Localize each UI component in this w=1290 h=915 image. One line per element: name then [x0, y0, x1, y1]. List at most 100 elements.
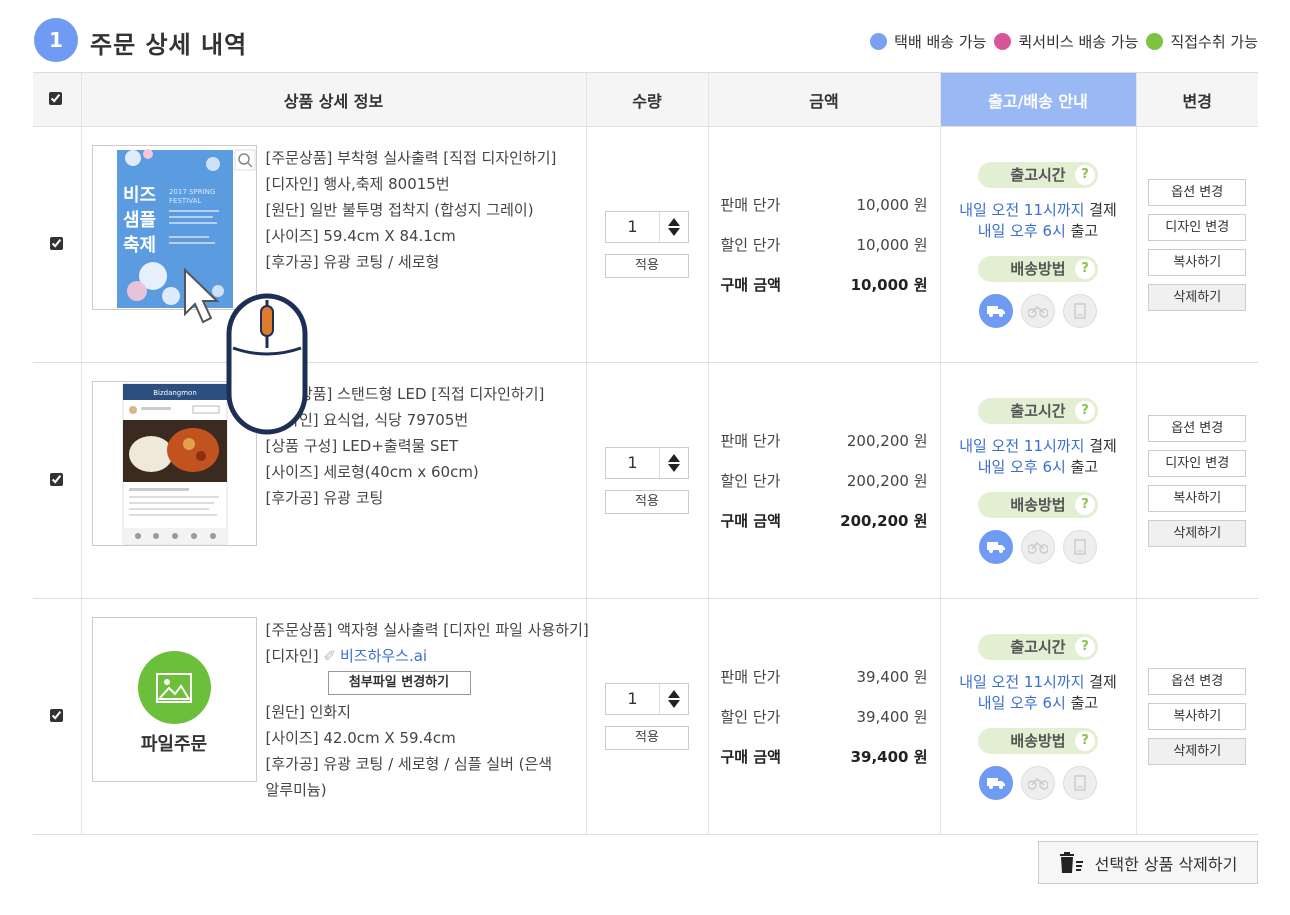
help-icon[interactable]: ? [1075, 636, 1095, 657]
copy-button[interactable]: 복사하기 [1148, 248, 1247, 276]
item-checkbox[interactable] [50, 236, 64, 250]
total-price-value: 200,200 원 [840, 511, 928, 530]
legend-pickup: 직접수취 가능 [1146, 31, 1258, 52]
table-row: 비즈 샘플 축제 2017 SPRING FESTIVAL [주문상품] 부착형… [33, 126, 1258, 363]
arrow-up-icon[interactable] [668, 454, 680, 462]
ship-method-icons [975, 529, 1101, 564]
quick-dot-icon [994, 33, 1012, 50]
item-price-cell: 판매 단가 10,000 원 할인 단가 10,000 원 구매 금액 10,000 … [707, 126, 940, 363]
motorcycle-icon [1021, 529, 1055, 564]
option-change-button[interactable]: 옵션 변경 [1148, 178, 1247, 206]
arrow-down-icon[interactable] [668, 700, 680, 708]
table-row: Bizdangmon [주문상품] 스탠드형 LED [직접 디자인하기] [디… [33, 362, 1258, 599]
option-line: [사이즈] 42.0cm X 59.4cm [265, 729, 456, 747]
pay-suffix: 결제 [1084, 200, 1117, 219]
option-line: [주문상품] 액자형 실사출력 [디자인 파일 사용하기] [265, 621, 589, 639]
legend-label: 택배 배송 가능 [894, 33, 987, 51]
app-name-text: Bizdangmon [153, 389, 197, 397]
design-change-button[interactable]: 디자인 변경 [1148, 213, 1247, 241]
ship-method-label: 배송방법 [1010, 732, 1066, 750]
option-line: [디자인] 요식업, 식당 79705번 [265, 411, 469, 429]
delete-button[interactable]: 삭제하기 [1148, 283, 1247, 311]
quantity-stepper[interactable]: 1 [605, 683, 689, 715]
delete-button[interactable]: 삭제하기 [1148, 519, 1247, 547]
total-price-value: 10,000 원 [850, 275, 928, 294]
quantity-arrows[interactable] [660, 212, 688, 242]
item-thumbnail[interactable]: Bizdangmon [91, 381, 257, 546]
apply-button[interactable]: 적용 [605, 726, 689, 750]
copy-button[interactable]: 복사하기 [1148, 703, 1247, 730]
pickup-box-icon [1063, 293, 1097, 328]
ship-time-pill: 출고시간? [978, 397, 1098, 424]
help-icon[interactable]: ? [1075, 730, 1095, 751]
step-badge: 1 [34, 18, 78, 62]
item-price-cell: 판매 단가 200,200 원 할인 단가 200,200 원 구매 금액 200,2… [707, 362, 940, 599]
item-options: [주문상품] 스탠드형 LED [직접 디자인하기] [디자인] 요식업, 식당… [266, 381, 545, 511]
festival-poster-image: 비즈 샘플 축제 2017 SPRING FESTIVAL [116, 149, 255, 308]
item-qty-cell: 1 적용 [585, 362, 708, 599]
delete-selected-button[interactable]: 선택한 상품 삭제하기 [1038, 841, 1258, 884]
ship-method-label: 배송방법 [1010, 496, 1066, 514]
arrow-down-icon[interactable] [668, 464, 680, 472]
arrow-up-icon[interactable] [668, 218, 680, 226]
help-icon[interactable]: ? [1075, 400, 1095, 421]
pickup-dot-icon [1146, 33, 1164, 50]
row-check-cell [33, 362, 81, 599]
unit-price-label: 판매 단가 [720, 195, 781, 214]
item-checkbox[interactable] [50, 708, 64, 722]
section-header: 1 주문 상세 내역 택배 배송 가능 퀵서비스 배송 가능 직접수취 가능 [34, 18, 1258, 62]
pickup-box-icon [1063, 529, 1097, 564]
unit-price-value: 10,000 원 [856, 195, 928, 214]
quantity-stepper[interactable]: 1 [605, 447, 689, 479]
item-info-cell: 비즈 샘플 축제 2017 SPRING FESTIVAL [주문상품] 부착형… [80, 126, 586, 363]
option-change-button[interactable]: 옵션 변경 [1148, 414, 1247, 442]
item-thumbnail[interactable]: 파일주문 [91, 617, 257, 782]
quantity-arrows[interactable] [660, 684, 688, 714]
trash-icon [1059, 851, 1083, 873]
item-ship-cell: 출고시간? 내일 오전 11시까지 결제 내일 오후 6시 출고 배송방법? [939, 598, 1136, 835]
parcel-dot-icon [870, 33, 888, 50]
help-icon[interactable]: ? [1075, 258, 1095, 279]
truck-icon [979, 529, 1013, 564]
ship-schedule: 내일 오전 11시까지 결제 내일 오후 6시 출고 [959, 436, 1117, 478]
svg-text:비즈: 비즈 [123, 185, 156, 206]
copy-button[interactable]: 복사하기 [1148, 484, 1247, 512]
quantity-value[interactable]: 1 [606, 212, 660, 242]
discount-price-label: 할인 단가 [720, 471, 781, 490]
apply-button[interactable]: 적용 [605, 254, 689, 278]
pay-deadline: 내일 오전 11시까지 [959, 436, 1085, 455]
file-order-label: 파일주문 [140, 734, 208, 755]
item-info-cell: Bizdangmon [주문상품] 스탠드형 LED [직접 디자인하기] [디… [80, 362, 586, 599]
help-icon[interactable]: ? [1075, 164, 1095, 185]
design-file-link[interactable]: 비즈하우스.ai [340, 647, 427, 665]
option-line: [주문상품] 부착형 실사출력 [직접 디자인하기] [265, 149, 557, 167]
row-check-cell [33, 126, 81, 363]
ship-method-icons [975, 765, 1101, 800]
item-change-cell: 옵션 변경 복사하기 삭제하기 [1135, 598, 1258, 835]
delete-button[interactable]: 삭제하기 [1148, 738, 1247, 765]
quantity-arrows[interactable] [660, 448, 688, 478]
item-checkbox[interactable] [50, 472, 64, 486]
item-info-cell: 파일주문 [주문상품] 액자형 실사출력 [디자인 파일 사용하기] [디자인]… [80, 598, 589, 835]
select-all-checkbox[interactable] [49, 92, 62, 105]
quantity-value[interactable]: 1 [606, 448, 660, 478]
release-time: 내일 오후 6시 [977, 457, 1066, 476]
legend-label: 퀵서비스 배송 가능 [1018, 33, 1139, 51]
item-thumbnail[interactable]: 비즈 샘플 축제 2017 SPRING FESTIVAL [91, 145, 257, 310]
delete-selected-label: 선택한 상품 삭제하기 [1094, 854, 1238, 874]
arrow-up-icon[interactable] [668, 690, 680, 698]
change-attachment-button[interactable]: 첨부파일 변경하기 [327, 671, 471, 695]
header-qty: 수량 [585, 72, 708, 127]
arrow-down-icon[interactable] [668, 228, 680, 236]
option-line: [후가공] 유광 코팅 [265, 489, 384, 507]
quantity-value[interactable]: 1 [606, 684, 660, 714]
motorcycle-icon [1021, 765, 1055, 800]
ship-method-label: 배송방법 [1010, 260, 1066, 278]
design-change-button[interactable]: 디자인 변경 [1148, 449, 1247, 477]
option-change-button[interactable]: 옵션 변경 [1148, 668, 1247, 695]
quantity-stepper[interactable]: 1 [605, 211, 689, 243]
item-change-cell: 옵션 변경 디자인 변경 복사하기 삭제하기 [1135, 126, 1258, 363]
apply-button[interactable]: 적용 [605, 490, 689, 514]
help-icon[interactable]: ? [1075, 494, 1095, 515]
unit-price-label: 판매 단가 [720, 431, 781, 450]
